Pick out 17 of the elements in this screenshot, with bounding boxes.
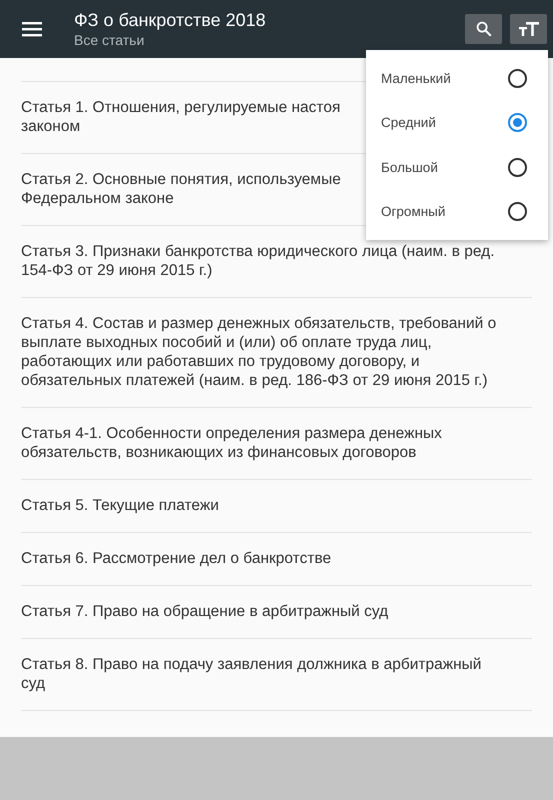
text-size-button[interactable] [510,14,547,44]
radio-button[interactable] [508,202,527,222]
search-button[interactable] [465,14,502,44]
text-size-icon [518,21,540,37]
radio-button[interactable] [508,158,527,177]
article-item[interactable]: Статья 4-1. Особенности определения размера денежных обязательств, возникающих из финансовых договоров [21,408,532,480]
article-item[interactable]: Статья 8. Право на подачу заявления должника в арбитражный суд [21,639,532,711]
search-icon [474,20,492,38]
radio-button[interactable] [508,68,527,88]
article-item[interactable]: Статья 7. Право на обращение в арбитражный суд [21,586,532,639]
app-subtitle: Все статьи [74,31,146,49]
article-item[interactable]: Статья 4. Состав и размер денежных обязательств, требований о выплате выходных пособий и (или) об оплате труда лиц, работающих или работавших по трудовому договору, и обязательных платежей (наим. в ред. 186-ФЗ от 29 июня 2015 г.) [21,298,532,408]
article-item[interactable]: Статья 5. Текущие платежи [21,480,532,533]
article-item[interactable]: Статья 6. Рассмотрение дел о банкротстве [21,533,532,586]
app-title: ФЗ о банкротстве 2018 [74,9,267,31]
menu-icon [22,21,42,37]
radio-button[interactable] [508,113,527,132]
